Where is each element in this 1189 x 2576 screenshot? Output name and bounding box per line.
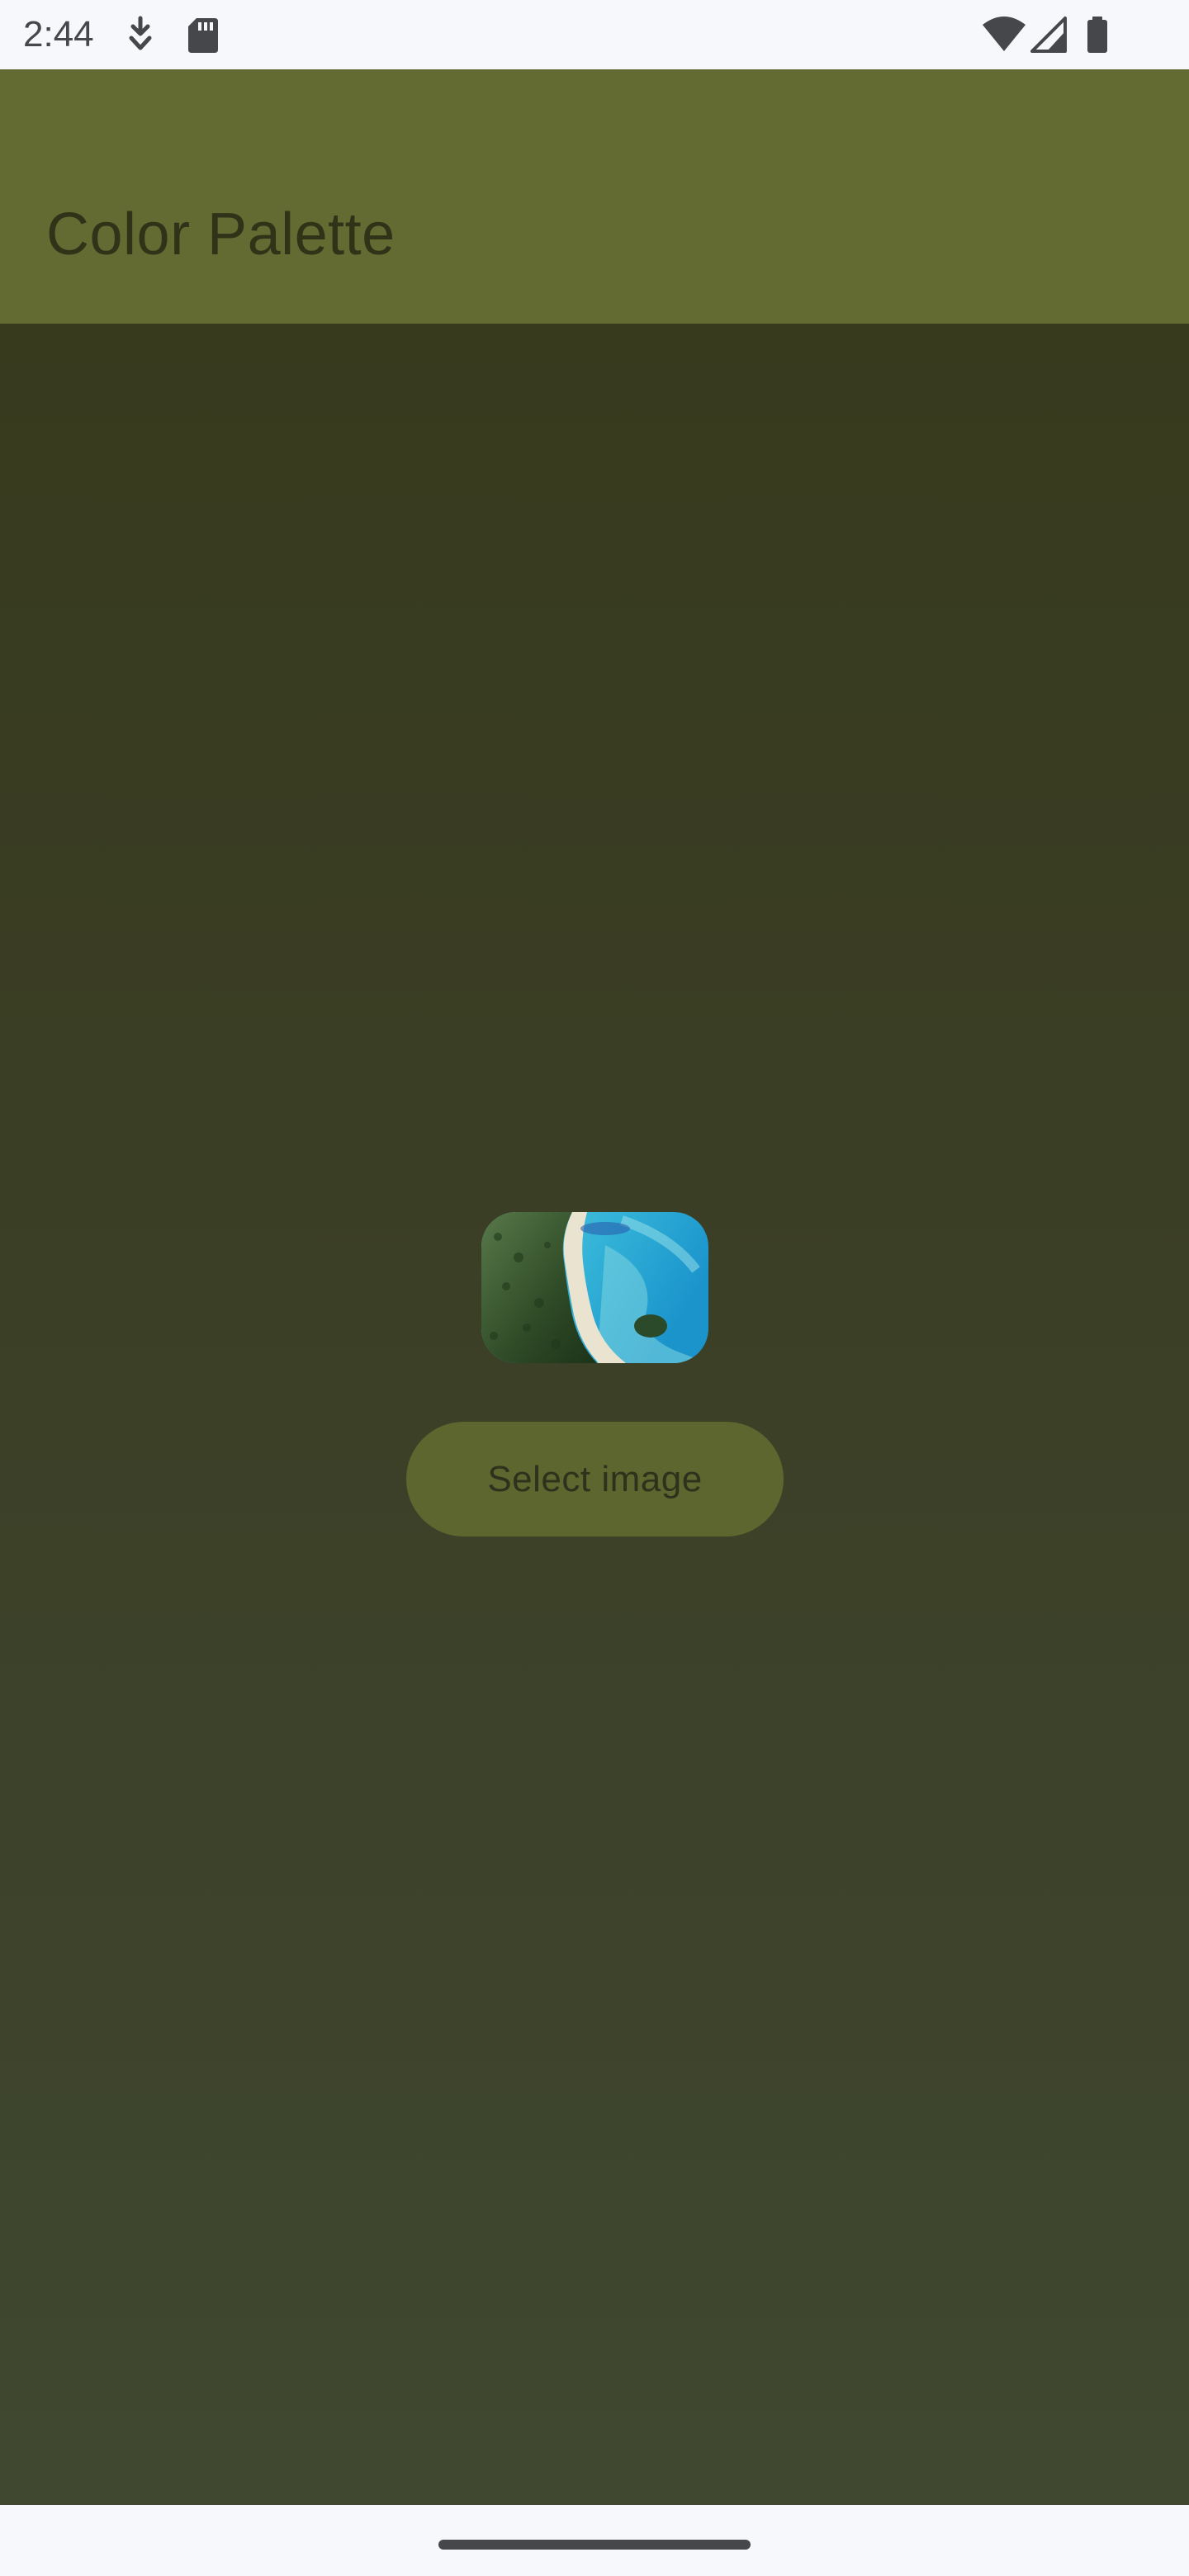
top-app-bar: Color Palette (0, 69, 1189, 324)
cell-signal-icon (1030, 15, 1067, 59)
sd-card-icon (187, 15, 220, 59)
download-icon (124, 15, 157, 59)
status-time: 2:44 (23, 14, 94, 54)
select-image-button[interactable]: Select image (406, 1422, 784, 1537)
home-gesture-handle[interactable] (438, 2540, 751, 2550)
status-bar: 2:44 (0, 0, 1189, 69)
battery-icon (1085, 15, 1110, 59)
navigation-bar (0, 2505, 1189, 2576)
page-title: Color Palette (46, 201, 396, 268)
wifi-icon (981, 15, 1027, 59)
selected-image-thumbnail (481, 1212, 708, 1363)
main-content: Select image (0, 324, 1189, 2505)
